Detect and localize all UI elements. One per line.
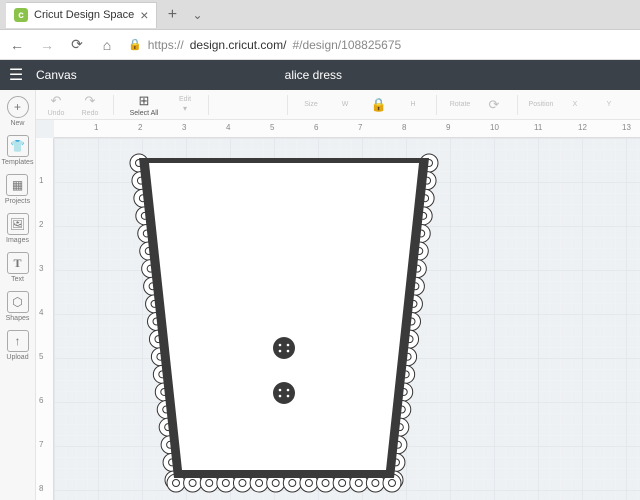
button-top (273, 337, 295, 359)
ruler-vertical: 12345678910 (36, 138, 54, 500)
sidebar-item-text[interactable]: TText (7, 252, 29, 283)
dress-shape[interactable] (84, 148, 484, 500)
browser-tab[interactable]: c Cricut Design Space × (6, 2, 157, 28)
refresh-icon[interactable]: ⟳ (68, 36, 86, 53)
text-icon: T (7, 252, 29, 274)
sidebar: +New 👕Templates ▦Projects 🖼Images TText … (0, 90, 36, 500)
redo-button[interactable]: ↷Redo (76, 93, 104, 117)
ruler-horizontal: 12345678910111213 (54, 120, 640, 138)
address-bar: ← → ⟳ ⌂ 🔒 https://design.cricut.com/#/de… (0, 30, 640, 60)
button-bottom (273, 382, 295, 404)
menu-icon[interactable]: ☰ (0, 65, 32, 85)
edit-button[interactable]: Edit▾ (171, 96, 199, 113)
sidebar-item-projects[interactable]: ▦Projects (5, 174, 30, 205)
home-icon[interactable]: ⌂ (98, 37, 116, 53)
upload-icon: ↑ (7, 330, 29, 352)
tab-title: Cricut Design Space (34, 9, 134, 21)
lock-aspect-icon[interactable]: 🔒 (365, 97, 393, 113)
browser-tabbar: c Cricut Design Space × + ⌄ (0, 0, 640, 30)
select-all-button[interactable]: ⊞Select All (123, 93, 165, 117)
plus-icon: + (7, 96, 29, 118)
shapes-icon: ⬡ (7, 291, 29, 313)
size-w[interactable]: W (331, 101, 359, 108)
main: +New 👕Templates ▦Projects 🖼Images TText … (0, 90, 640, 500)
toolbar: ↶Undo ↷Redo ⊞Select All Edit▾ Size W 🔒 H… (36, 90, 640, 120)
back-icon[interactable]: ← (8, 37, 26, 53)
url-field[interactable]: 🔒 https://design.cricut.com/#/design/108… (128, 38, 632, 52)
apron-front (149, 163, 419, 470)
images-icon: 🖼 (7, 213, 29, 235)
lock-icon: 🔒 (128, 38, 142, 51)
sidebar-item-shapes[interactable]: ⬡Shapes (6, 291, 30, 322)
sidebar-item-images[interactable]: 🖼Images (6, 213, 29, 244)
pos-y[interactable]: Y (595, 101, 623, 108)
chevron-down-icon[interactable]: ⌄ (187, 8, 207, 22)
position-group: Position (527, 101, 555, 108)
workspace: ↶Undo ↷Redo ⊞Select All Edit▾ Size W 🔒 H… (36, 90, 640, 500)
canvas[interactable] (54, 138, 640, 500)
template-icon: 👕 (7, 135, 29, 157)
forward-icon[interactable]: → (38, 37, 56, 53)
size-h[interactable]: H (399, 101, 427, 108)
size-group: Size (297, 101, 325, 108)
rotate-input[interactable]: ⟳ (480, 97, 508, 113)
canvas-label: Canvas (36, 68, 77, 82)
sidebar-item-templates[interactable]: 👕Templates (2, 135, 34, 166)
pos-x[interactable]: X (561, 101, 589, 108)
projects-icon: ▦ (6, 174, 28, 196)
canvas-area: 12345678910111213 12345678910 (36, 120, 640, 500)
favicon: c (14, 8, 28, 22)
rotate-group: Rotate (446, 101, 474, 108)
close-icon[interactable]: × (140, 7, 148, 23)
sidebar-item-upload[interactable]: ↑Upload (6, 330, 28, 361)
undo-button[interactable]: ↶Undo (42, 93, 70, 117)
new-tab-button[interactable]: + (157, 6, 187, 24)
sidebar-item-new[interactable]: +New (7, 96, 29, 127)
app-titlebar: ☰ Canvas alice dress (0, 60, 640, 90)
project-title: alice dress (77, 68, 550, 82)
